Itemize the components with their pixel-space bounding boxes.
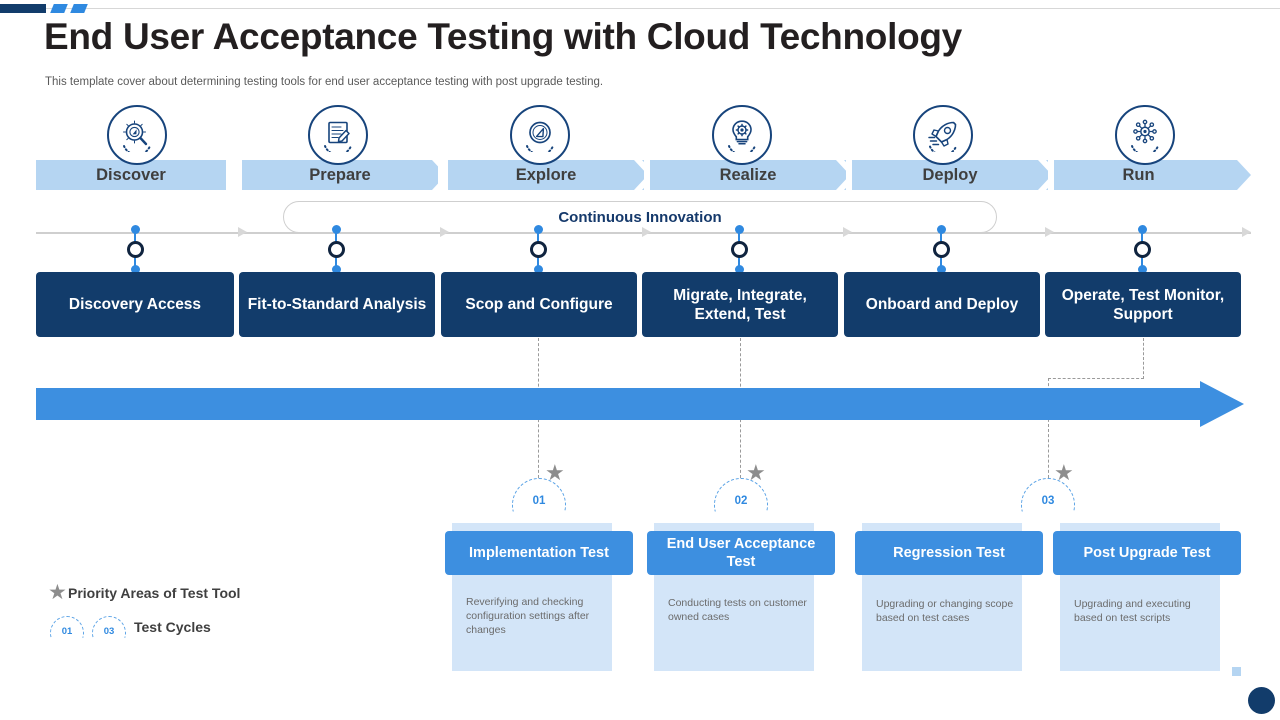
legend-star-icon: ★ (48, 581, 67, 604)
phase-box-discovery-access[interactable]: Discovery Access (36, 272, 234, 337)
decoration-square (1232, 667, 1241, 676)
legend-cycles-label: Test Cycles (134, 619, 211, 635)
node-ring-4 (933, 241, 950, 258)
phase-band: Discover Prepare Explore Realize Deploy … (36, 160, 1251, 190)
test-card-desc-end-user-acceptance: Conducting tests on customer owned cases (668, 597, 807, 623)
legend-cycle-number-01: 01 (61, 626, 73, 637)
legend-cycle-badge-01: 01 (50, 616, 84, 638)
continuous-innovation-label: Continuous Innovation (283, 201, 997, 233)
band-arrow-tip (1223, 160, 1251, 190)
phase-box-operate-test[interactable]: Operate, Test Monitor, Support (1045, 272, 1241, 337)
node-ring-1 (328, 241, 345, 258)
cycle-number-01: 01 (532, 495, 546, 507)
priority-star-01: ★ (545, 460, 565, 485)
logo-parallelogram-1 (50, 4, 68, 13)
network-gear-icon (1115, 105, 1175, 165)
rail-arrow-6 (1242, 227, 1251, 237)
node-ring-0 (127, 241, 144, 258)
timeline-arrow-head (1200, 381, 1244, 427)
test-card-desc-post-upgrade: Upgrading and executing based on test sc… (1074, 598, 1191, 624)
top-divider (0, 8, 1280, 9)
dashed-connector-3a (1143, 338, 1144, 379)
timeline-arrow-shaft (36, 388, 1204, 420)
dashed-connector-3b (1048, 378, 1144, 379)
node-ring-5 (1134, 241, 1151, 258)
test-card-title-regression[interactable]: Regression Test (855, 531, 1043, 575)
test-card-desc-implementation: Reverifying and checking configuration s… (466, 596, 590, 636)
priority-star-03: ★ (1054, 460, 1074, 485)
rail-arrow-3 (642, 227, 651, 237)
phase-box-scop-and-configure[interactable]: Scop and Configure (441, 272, 637, 337)
lightbulb-gear-icon (712, 105, 772, 165)
legend-priority-label: Priority Areas of Test Tool (68, 585, 241, 601)
legend-cycle-badge-03: 03 (92, 616, 126, 638)
rail-arrow-2 (440, 227, 449, 237)
rocket-icon (913, 105, 973, 165)
phase-label-realize[interactable]: Realize (650, 160, 846, 190)
compass-icon (510, 105, 570, 165)
phase-box-migrate-integrate[interactable]: Migrate, Integrate, Extend, Test (642, 272, 838, 337)
cycle-number-02: 02 (734, 495, 748, 507)
timeline-arrow (36, 381, 1244, 427)
rail-arrow-5 (1045, 227, 1054, 237)
phase-label-run[interactable]: Run (1054, 160, 1223, 190)
cycle-number-03: 03 (1041, 495, 1055, 507)
legend-cycle-number-03: 03 (103, 626, 115, 637)
node-ring-3 (731, 241, 748, 258)
phase-box-fit-to-standard[interactable]: Fit-to-Standard Analysis (239, 272, 435, 337)
logo-parallelogram-2 (70, 4, 88, 13)
document-edit-icon (308, 105, 368, 165)
node-ring-2 (530, 241, 547, 258)
page-title: End User Acceptance Testing with Cloud T… (44, 16, 962, 57)
slide-root: End User Acceptance Testing with Cloud T… (0, 0, 1280, 720)
rail-arrow-4 (843, 227, 852, 237)
page-subtitle: This template cover about determining te… (45, 76, 604, 88)
test-card-title-end-user-acceptance[interactable]: End User Acceptance Test (647, 531, 835, 575)
priority-star-02: ★ (746, 460, 766, 485)
logo-navy-bar (0, 4, 46, 13)
test-card-desc-regression: Upgrading or changing scope based on tes… (876, 598, 1014, 624)
phase-label-explore[interactable]: Explore (448, 160, 644, 190)
test-card-title-implementation[interactable]: Implementation Test (445, 531, 633, 575)
decoration-circle (1248, 687, 1275, 714)
rail-arrow-1 (238, 227, 247, 237)
phase-box-onboard-deploy[interactable]: Onboard and Deploy (844, 272, 1040, 337)
magnifier-compass-icon (107, 105, 167, 165)
test-card-title-post-upgrade[interactable]: Post Upgrade Test (1053, 531, 1241, 575)
phase-label-deploy[interactable]: Deploy (852, 160, 1048, 190)
